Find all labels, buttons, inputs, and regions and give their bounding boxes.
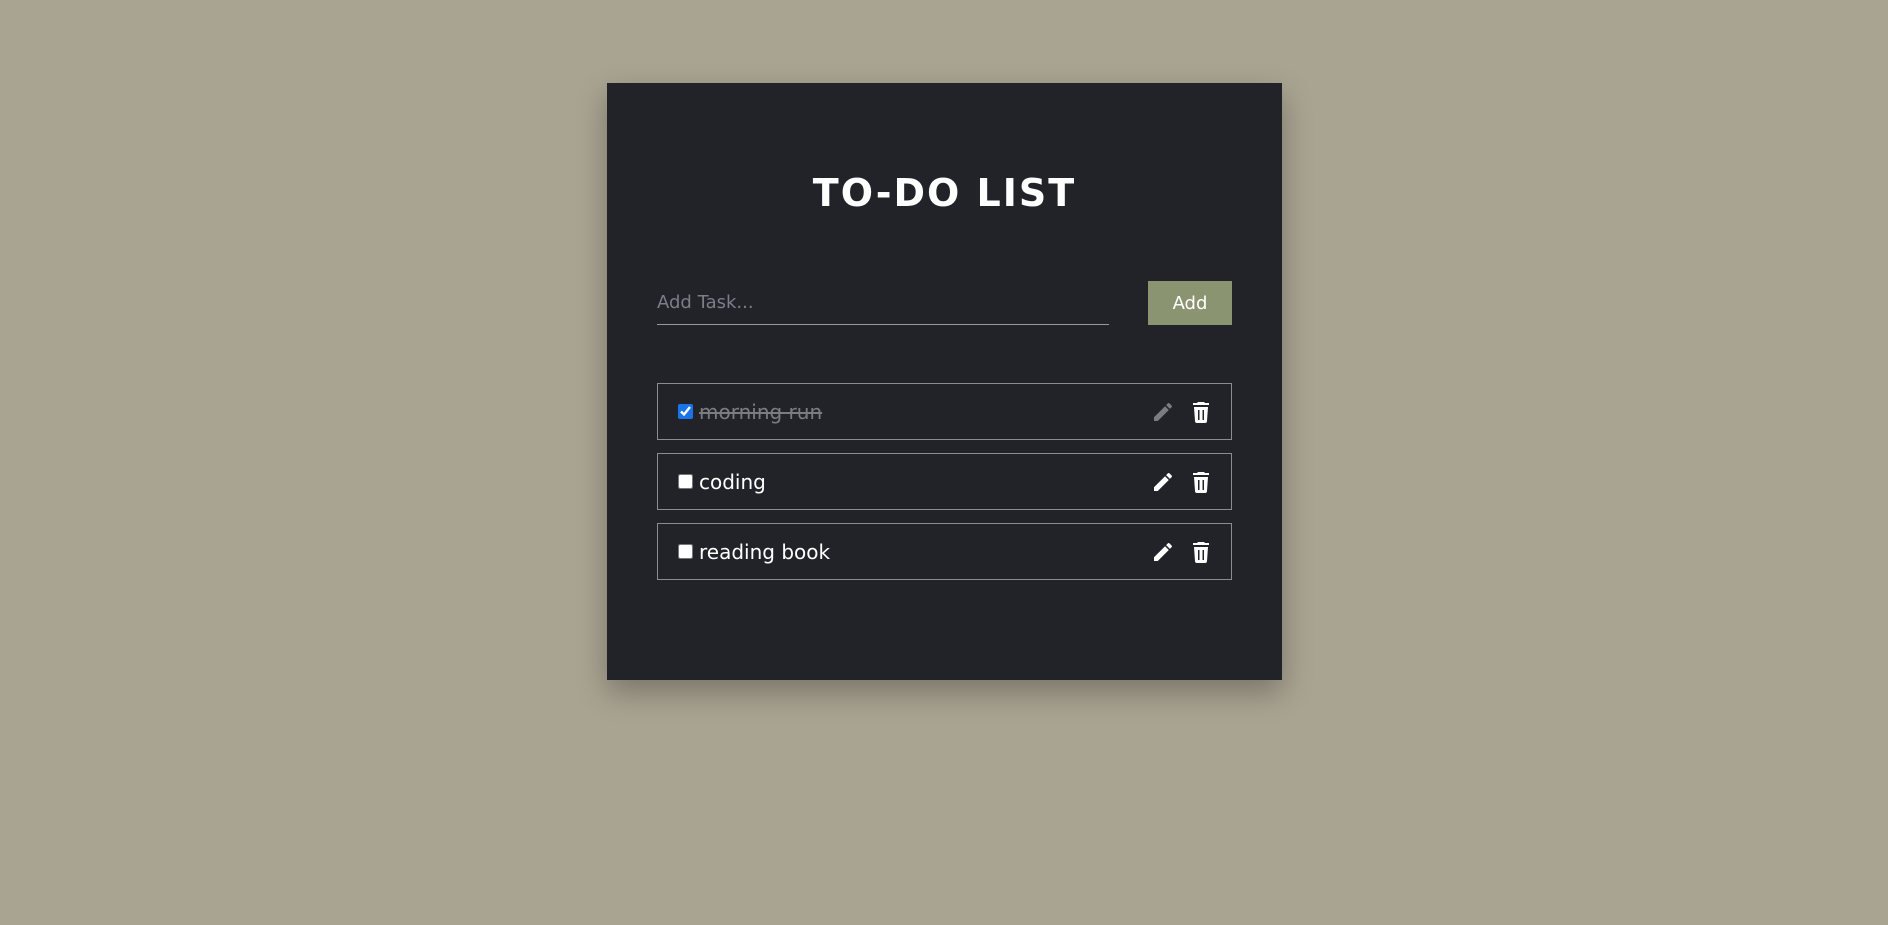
task-list: morning run coding reading book <box>657 383 1232 593</box>
pencil-icon[interactable] <box>1151 470 1175 494</box>
task-checkbox[interactable] <box>678 474 693 489</box>
task-label: reading book <box>699 540 831 564</box>
todo-card: TO-DO LIST Add morning run coding <box>607 83 1282 680</box>
add-task-row: Add <box>657 281 1232 327</box>
task-item: reading book <box>657 523 1232 580</box>
add-task-input[interactable] <box>657 281 1109 325</box>
task-item: coding <box>657 453 1232 510</box>
task-item: morning run <box>657 383 1232 440</box>
task-checkbox[interactable] <box>678 544 693 559</box>
trash-icon[interactable] <box>1189 540 1213 564</box>
page-title: TO-DO LIST <box>812 171 1077 215</box>
pencil-icon[interactable] <box>1151 400 1175 424</box>
add-task-button[interactable]: Add <box>1148 281 1232 325</box>
trash-icon[interactable] <box>1189 400 1213 424</box>
pencil-icon[interactable] <box>1151 540 1175 564</box>
task-label: coding <box>699 470 766 494</box>
trash-icon[interactable] <box>1189 470 1213 494</box>
task-checkbox[interactable] <box>678 404 693 419</box>
task-label: morning run <box>699 400 823 424</box>
